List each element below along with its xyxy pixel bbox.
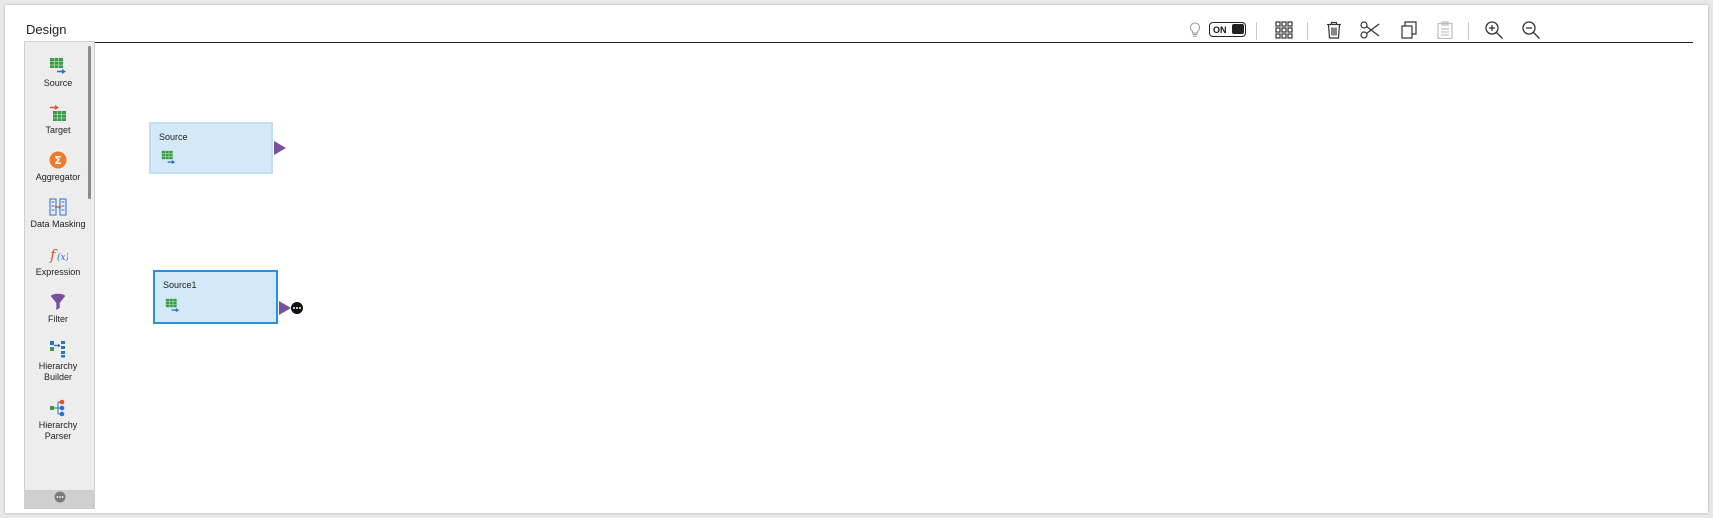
data-masking-icon [25, 197, 91, 217]
paste-icon[interactable] [1435, 17, 1455, 43]
svg-text:Σ: Σ [54, 154, 62, 167]
source-icon [161, 150, 176, 170]
palette-item-data-masking[interactable]: Data Masking [25, 197, 91, 230]
source-icon [165, 298, 180, 318]
palette-item-source[interactable]: Source [25, 56, 91, 89]
palette-item-filter[interactable]: Filter [25, 292, 91, 325]
palette-item-label: Source [43, 78, 73, 88]
trash-icon[interactable] [1324, 17, 1344, 43]
node-more-options-icon[interactable] [291, 302, 303, 314]
more-icon [54, 490, 66, 508]
svg-text:(x): (x) [57, 252, 68, 263]
toolbar-divider [1307, 22, 1308, 40]
copy-icon[interactable] [1399, 17, 1419, 43]
node-title: Source1 [163, 280, 197, 290]
target-icon [25, 103, 91, 123]
toggle-switch[interactable]: ON [1209, 22, 1246, 37]
design-panel: Design ON Source Target Σ Aggregator Dat… [5, 5, 1708, 513]
scissors-icon[interactable] [1358, 17, 1382, 43]
palette-item-hierarchy-builder[interactable]: Hierarchy Builder [25, 339, 91, 383]
palette-item-target[interactable]: Target [25, 103, 91, 136]
expression-icon: f (x) [25, 245, 91, 265]
palette-item-label: Expression [35, 267, 81, 277]
header-divider [26, 42, 1693, 43]
palette-item-aggregator[interactable]: Σ Aggregator [25, 150, 91, 183]
source-icon [25, 56, 91, 76]
lightbulb-icon[interactable] [1187, 17, 1203, 43]
palette-item-expression[interactable]: f (x) Expression [25, 245, 91, 278]
node-title: Source [159, 132, 188, 142]
palette-item-hierarchy-parser[interactable]: Hierarchy Parser [25, 398, 91, 442]
palette-item-label: Target [45, 125, 71, 135]
output-port[interactable] [274, 141, 286, 160]
canvas-node-source[interactable]: Source [149, 122, 273, 174]
toolbar-divider [1468, 22, 1469, 40]
zoom-in-icon[interactable] [1483, 17, 1505, 43]
grid-icon[interactable] [1273, 17, 1295, 43]
aggregator-icon: Σ [25, 150, 91, 170]
toolbar-divider [1256, 22, 1257, 40]
toggle-knob [1232, 24, 1244, 34]
filter-icon [25, 292, 91, 312]
palette-more-button[interactable] [25, 490, 94, 508]
output-port[interactable] [279, 301, 291, 320]
toolbar: ON [5, 17, 1708, 43]
zoom-out-icon[interactable] [1520, 17, 1542, 43]
transformation-palette: Source Target Σ Aggregator Data Masking … [24, 41, 95, 509]
palette-item-label: Hierarchy Builder [38, 361, 78, 382]
toggle-label: ON [1213, 24, 1227, 35]
palette-item-label: Filter [48, 314, 68, 324]
palette-item-label: Aggregator [35, 172, 81, 182]
palette-item-label: Hierarchy Parser [38, 420, 78, 441]
canvas-node-source1[interactable]: Source1 [153, 270, 278, 324]
hierarchy-parser-icon [25, 398, 91, 418]
hierarchy-builder-icon [25, 339, 91, 359]
palette-item-label: Data Masking [30, 219, 86, 229]
